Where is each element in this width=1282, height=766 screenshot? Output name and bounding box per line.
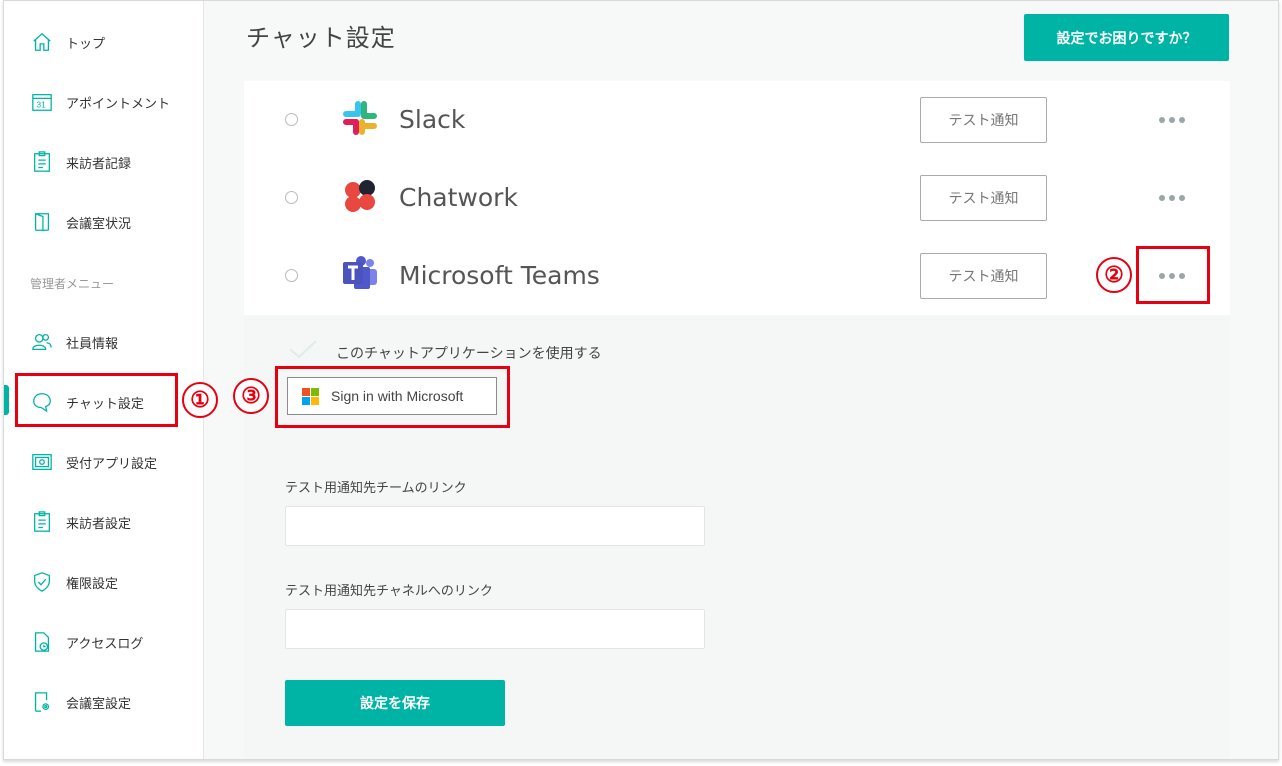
sidebar-item-top[interactable]: トップ [4, 22, 204, 62]
tablet-gear-icon [30, 450, 54, 474]
chatwork-logo-icon [340, 176, 380, 216]
sidebar-item-employees[interactable]: 社員情報 [4, 322, 204, 362]
teams-logo-icon [340, 254, 380, 294]
app-name: Chatwork [399, 183, 518, 212]
app-name: Microsoft Teams [399, 261, 600, 290]
channel-link-label: テスト用通知先チャネルへのリンク [285, 584, 493, 599]
page-title: チャット設定 [246, 24, 396, 52]
teams-radio[interactable] [285, 269, 298, 282]
app-window: トップ 31 アポイントメント 来訪者記録 会議室状況 管理者メニュー 社員情報… [3, 0, 1279, 760]
use-app-checkbox[interactable] [288, 339, 318, 359]
sidebar-item-label: アクセスログ [66, 636, 144, 652]
slack-logo-icon [340, 98, 380, 138]
annotation-highlight-chat-settings [15, 373, 178, 427]
chat-row-chatwork: Chatwork テスト通知 [244, 159, 1230, 237]
users-icon [30, 330, 54, 354]
channel-link-input[interactable] [285, 609, 705, 649]
sidebar-item-reception-app[interactable]: 受付アプリ設定 [4, 442, 204, 482]
sidebar-item-room-settings[interactable]: 会議室設定 [4, 682, 204, 722]
door-icon [30, 210, 54, 234]
help-button[interactable]: 設定でお困りですか？ [1024, 14, 1229, 61]
shield-check-icon [30, 570, 54, 594]
clipboard-icon [30, 150, 54, 174]
sidebar-item-label: 権限設定 [66, 576, 119, 592]
annotation-number-1: ① [182, 382, 218, 418]
document-clock-icon [30, 630, 54, 654]
sidebar-item-label: 来訪者記録 [66, 156, 132, 172]
admin-menu-heading: 管理者メニュー [30, 277, 115, 291]
clipboard-icon [30, 510, 54, 534]
sidebar-item-label: トップ [66, 36, 106, 52]
sidebar-item-label: 社員情報 [66, 336, 119, 352]
slack-test-button[interactable]: テスト通知 [920, 97, 1047, 143]
sidebar-item-appointment[interactable]: 31 アポイントメント [4, 82, 204, 122]
slack-more-icon[interactable] [1152, 110, 1192, 130]
app-name: Slack [399, 105, 466, 134]
chat-row-slack: Slack テスト通知 [244, 81, 1230, 159]
slack-radio[interactable] [285, 113, 298, 126]
calendar-icon: 31 [30, 90, 54, 114]
chatwork-more-icon[interactable] [1152, 188, 1192, 208]
svg-text:31: 31 [37, 101, 47, 110]
team-link-input[interactable] [285, 506, 705, 546]
annotation-highlight-sign-in [275, 366, 510, 428]
save-button[interactable]: 設定を保存 [285, 680, 505, 726]
annotation-highlight-more-menu [1136, 246, 1210, 304]
annotation-number-3: ③ [233, 378, 269, 414]
team-link-label: テスト用通知先チームのリンク [285, 481, 467, 496]
sidebar-item-label: 会議室状況 [66, 216, 132, 232]
sidebar-item-visitor-log[interactable]: 来訪者記録 [4, 142, 204, 182]
home-icon [30, 30, 54, 54]
sidebar-item-label: 来訪者設定 [66, 516, 132, 532]
sidebar-item-access-log[interactable]: アクセスログ [4, 622, 204, 662]
sidebar-item-room-status[interactable]: 会議室状況 [4, 202, 204, 242]
sidebar-item-label: 会議室設定 [66, 696, 132, 712]
sidebar-item-label: 受付アプリ設定 [66, 456, 158, 472]
chatwork-radio[interactable] [285, 191, 298, 204]
annotation-number-2: ② [1096, 257, 1132, 293]
chat-row-teams: Microsoft Teams テスト通知 [244, 237, 1230, 315]
sidebar-item-permissions[interactable]: 権限設定 [4, 562, 204, 602]
chatwork-test-button[interactable]: テスト通知 [920, 175, 1047, 221]
teams-test-button[interactable]: テスト通知 [920, 253, 1047, 299]
door-gear-icon [30, 690, 54, 714]
sidebar-item-visitor-settings[interactable]: 来訪者設定 [4, 502, 204, 542]
sidebar-item-label: アポイントメント [66, 96, 171, 112]
use-app-label: このチャットアプリケーションを使用する [336, 346, 602, 362]
